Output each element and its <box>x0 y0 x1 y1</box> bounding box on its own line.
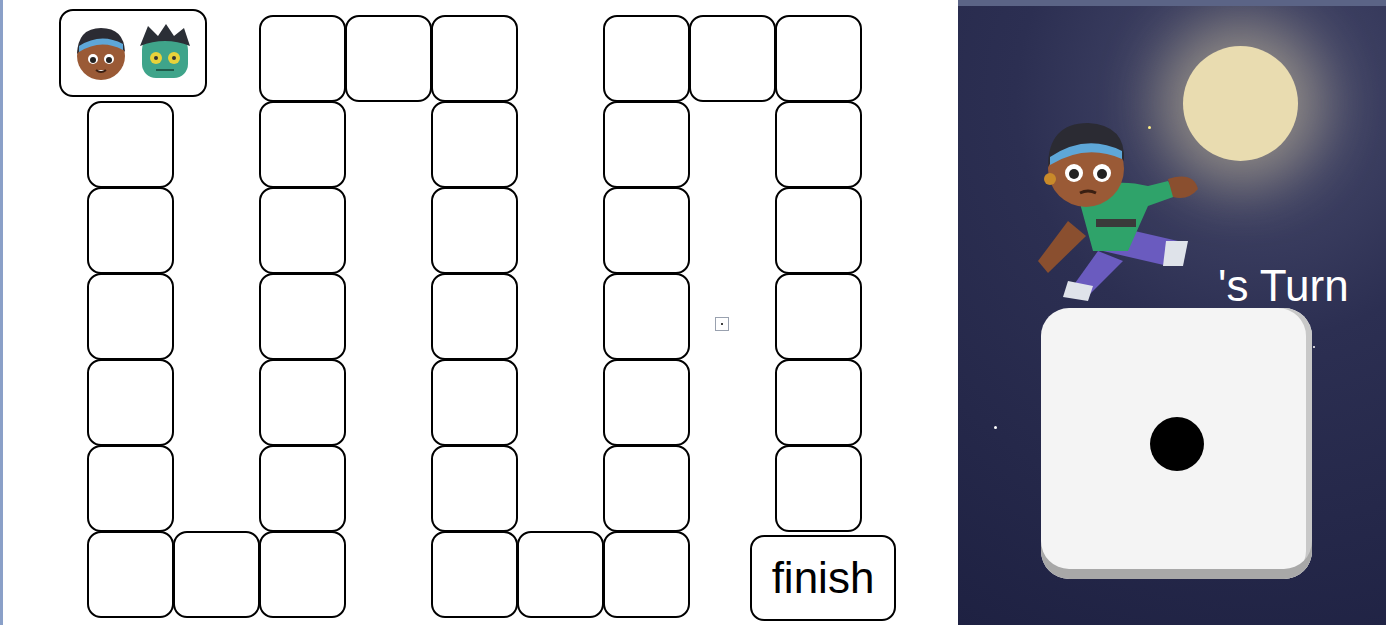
start-cell <box>59 9 207 97</box>
board-cell <box>87 101 174 188</box>
board-cell <box>259 187 346 274</box>
board-cell <box>775 101 862 188</box>
finish-cell: finish <box>750 535 896 621</box>
board-cell <box>603 273 690 360</box>
board-cell <box>259 273 346 360</box>
board-cell <box>87 359 174 446</box>
board-cell <box>775 187 862 274</box>
zombie-token-icon <box>134 22 196 84</box>
board-cell <box>603 445 690 532</box>
board-cell <box>603 101 690 188</box>
board-cell <box>775 445 862 532</box>
board-cell <box>259 101 346 188</box>
turn-label: 's Turn <box>1218 264 1349 308</box>
player-token-icon <box>70 22 132 84</box>
board-cell <box>775 273 862 360</box>
game-board: finish <box>0 0 958 625</box>
board-cell <box>431 531 518 618</box>
runner-character-icon <box>1018 101 1208 306</box>
board-cell <box>87 445 174 532</box>
dice-pip <box>1150 417 1204 471</box>
board-cell <box>173 531 260 618</box>
board-cell <box>689 15 776 102</box>
board-cell <box>431 15 518 102</box>
board-cell <box>87 187 174 274</box>
finish-label: finish <box>772 556 875 600</box>
board-cell <box>87 273 174 360</box>
board-cell <box>259 531 346 618</box>
board-cell <box>603 531 690 618</box>
board-cell <box>431 445 518 532</box>
board-cell <box>87 531 174 618</box>
board-cell <box>603 187 690 274</box>
marker <box>715 317 729 331</box>
board-cell <box>259 15 346 102</box>
board-cell <box>431 101 518 188</box>
board-cell <box>603 359 690 446</box>
board-cell <box>345 15 432 102</box>
dice[interactable] <box>1041 308 1312 579</box>
board-cell <box>431 187 518 274</box>
board-cell <box>775 359 862 446</box>
board-cell <box>431 273 518 360</box>
board-cell <box>517 531 604 618</box>
board-cell <box>259 359 346 446</box>
board-cell <box>775 15 862 102</box>
moon <box>1183 46 1298 161</box>
turn-panel: 's Turn <box>958 0 1386 625</box>
board-cell <box>431 359 518 446</box>
board-cell <box>603 15 690 102</box>
board-cell <box>259 445 346 532</box>
